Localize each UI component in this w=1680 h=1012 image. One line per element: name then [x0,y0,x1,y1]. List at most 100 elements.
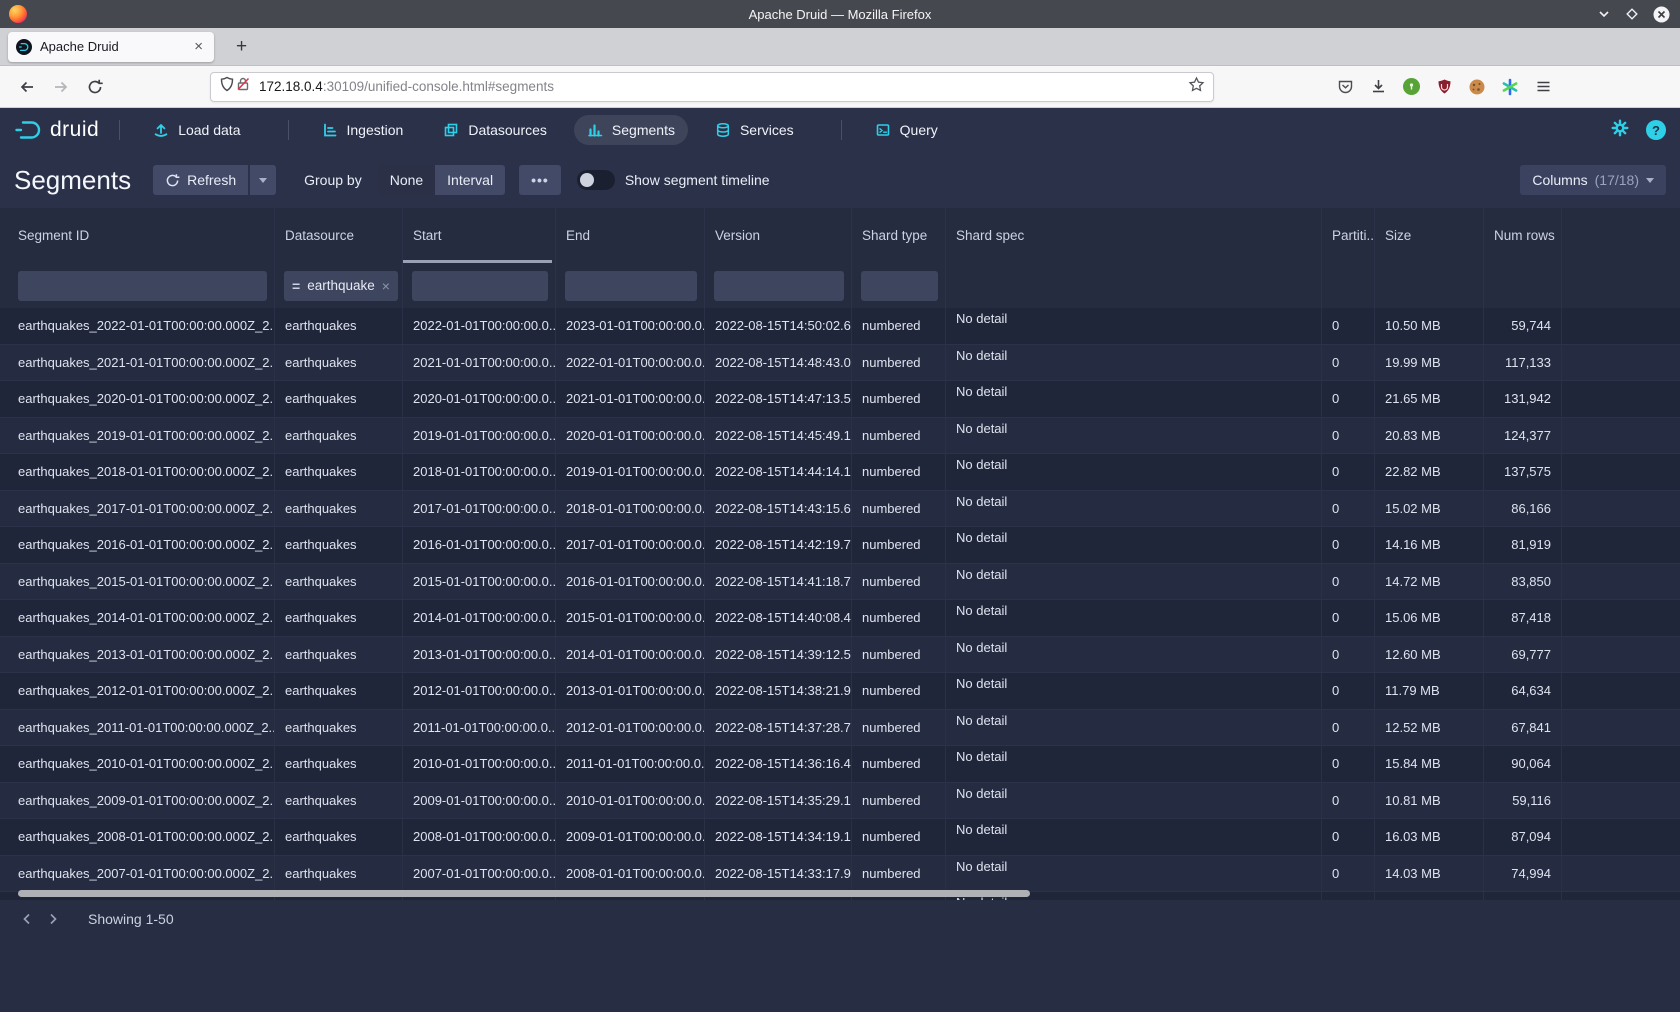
cell-start[interactable]: 2019-01-01T00:00:00.0... [403,418,556,454]
cell-partition[interactable]: 0 [1322,454,1375,490]
pocket-icon[interactable] [1330,72,1360,102]
group-by-none-button[interactable]: None [378,165,435,195]
prev-page-button[interactable] [14,904,40,934]
cell-shard-spec[interactable]: No detail [946,527,1322,563]
nav-item-query[interactable]: Query [862,115,951,145]
cell-shard-type[interactable]: numbered [852,673,946,709]
cell-start[interactable]: 2007-01-01T00:00:00.0... [403,856,556,892]
cell-datasource[interactable]: earthquakes [275,564,403,600]
cell-start[interactable]: 2017-01-01T00:00:00.0... [403,491,556,527]
table-row[interactable]: earthquakes_2022-01-01T00:00:00.000Z_2..… [0,308,1680,345]
cell-datasource[interactable]: earthquakes [275,600,403,636]
cell-shard-type[interactable]: numbered [852,856,946,892]
cell-datasource[interactable]: earthquakes [275,856,403,892]
cell-shard-spec[interactable]: No detail [946,491,1322,527]
cell-size[interactable]: 19.99 MB [1375,345,1484,381]
horizontal-scrollbar[interactable] [18,890,1030,897]
cell-size[interactable]: 10.81 MB [1375,783,1484,819]
cell-version[interactable]: 2022-08-15T14:47:13.5... [705,381,852,417]
table-row[interactable]: earthquakes_2014-01-01T00:00:00.000Z_2..… [0,600,1680,637]
cell-start[interactable]: 2015-01-01T00:00:00.0... [403,564,556,600]
nav-item-datasources[interactable]: Datasources [430,115,560,145]
header-num-rows[interactable]: Num rows [1484,208,1562,263]
cell-end[interactable]: 2013-01-01T00:00:00.0... [556,673,705,709]
window-maximize-button[interactable] [1625,7,1639,21]
settings-gear-icon[interactable] [1610,118,1630,143]
cell-num-rows[interactable]: 83,850 [1484,564,1562,600]
cell-size[interactable]: 12.52 MB [1375,710,1484,746]
cell-datasource[interactable]: earthquakes [275,418,403,454]
header-version[interactable]: Version [705,208,852,263]
cell-end[interactable]: 2012-01-01T00:00:00.0... [556,710,705,746]
cell-num-rows[interactable]: 90,064 [1484,746,1562,782]
cell-segment-id[interactable]: earthquakes_2020-01-01T00:00:00.000Z_2..… [0,381,275,417]
cell-segment-id[interactable]: earthquakes_2019-01-01T00:00:00.000Z_2..… [0,418,275,454]
cell-partition[interactable]: 0 [1322,381,1375,417]
table-row[interactable]: earthquakes_2009-01-01T00:00:00.000Z_2..… [0,783,1680,820]
cell-datasource[interactable]: earthquakes [275,819,403,855]
help-icon[interactable]: ? [1646,120,1666,140]
tracking-shield-icon[interactable] [219,76,235,97]
extension-cookie-icon[interactable] [1462,72,1492,102]
filter-datasource-chip[interactable]: = earthquake × [284,271,398,301]
cell-datasource[interactable]: earthquakes [275,710,403,746]
cell-shard-type[interactable]: numbered [852,637,946,673]
cell-size[interactable]: 15.06 MB [1375,600,1484,636]
filter-segment-id-input[interactable] [18,271,267,301]
extension-green-icon[interactable] [1396,72,1426,102]
cell-segment-id[interactable]: earthquakes_2011-01-01T00:00:00.000Z_2..… [0,710,275,746]
bookmark-star-icon[interactable] [1188,76,1205,98]
cell-end[interactable]: 2015-01-01T00:00:00.0... [556,600,705,636]
window-minimize-button[interactable] [1597,7,1611,21]
cell-segment-id[interactable]: earthquakes_2016-01-01T00:00:00.000Z_2..… [0,527,275,563]
table-row[interactable]: earthquakes_2010-01-01T00:00:00.000Z_2..… [0,746,1680,783]
table-row[interactable]: earthquakes_2021-01-01T00:00:00.000Z_2..… [0,345,1680,382]
cell-version[interactable]: 2022-08-15T14:42:19.7... [705,527,852,563]
cell-num-rows[interactable]: 86,166 [1484,491,1562,527]
cell-segment-id[interactable]: earthquakes_2010-01-01T00:00:00.000Z_2..… [0,746,275,782]
cell-version[interactable]: 2022-08-15T14:43:15.6... [705,491,852,527]
cell-size[interactable]: 14.03 MB [1375,856,1484,892]
window-close-button[interactable] [1653,6,1670,23]
cell-shard-type[interactable]: numbered [852,783,946,819]
cell-partition[interactable]: 0 [1322,783,1375,819]
table-row[interactable]: earthquakes_2019-01-01T00:00:00.000Z_2..… [0,418,1680,455]
cell-shard-type[interactable]: numbered [852,746,946,782]
cell-start[interactable]: 2009-01-01T00:00:00.0... [403,783,556,819]
cell-shard-type[interactable]: numbered [852,710,946,746]
cell-version[interactable]: 2022-08-15T14:37:28.7... [705,710,852,746]
cell-segment-id[interactable]: earthquakes_2017-01-01T00:00:00.000Z_2..… [0,491,275,527]
cell-version[interactable]: 2022-08-15T14:35:29.1... [705,783,852,819]
cell-shard-type[interactable]: numbered [852,491,946,527]
cell-datasource[interactable]: earthquakes [275,746,403,782]
cell-shard-spec[interactable]: No detail [946,454,1322,490]
cell-start[interactable]: 2014-01-01T00:00:00.0... [403,600,556,636]
cell-start[interactable]: 2020-01-01T00:00:00.0... [403,381,556,417]
cell-size[interactable]: 15.02 MB [1375,491,1484,527]
cell-version[interactable]: 2022-08-15T14:36:16.4... [705,746,852,782]
cell-start[interactable]: 2011-01-01T00:00:00.0... [403,710,556,746]
cell-shard-spec[interactable]: No detail [946,345,1322,381]
cell-datasource[interactable]: earthquakes [275,783,403,819]
cell-version[interactable]: 2022-08-15T14:48:43.0... [705,345,852,381]
cell-end[interactable]: 2016-01-01T00:00:00.0... [556,564,705,600]
next-page-button[interactable] [40,904,66,934]
cell-num-rows[interactable]: 87,094 [1484,819,1562,855]
filter-version-input[interactable] [714,271,844,301]
cell-size[interactable]: 10.50 MB [1375,308,1484,344]
new-tab-button[interactable]: + [228,34,255,60]
nav-item-services[interactable]: Services [702,115,807,145]
url-bar[interactable]: 172.18.0.4:30109/unified-console.html#se… [210,72,1214,102]
table-row[interactable]: earthquakes_2015-01-01T00:00:00.000Z_2..… [0,564,1680,601]
cell-partition[interactable]: 0 [1322,308,1375,344]
druid-logo[interactable]: druid [14,118,99,142]
menu-hamburger-icon[interactable] [1528,72,1558,102]
cell-shard-spec[interactable]: No detail [946,308,1322,344]
cell-shard-spec[interactable]: No detail [946,856,1322,892]
cell-end[interactable]: 2008-01-01T00:00:00.0... [556,856,705,892]
cell-shard-spec[interactable]: No detail [946,819,1322,855]
cell-start[interactable]: 2013-01-01T00:00:00.0... [403,637,556,673]
cell-version[interactable]: 2022-08-15T14:34:19.1... [705,819,852,855]
cell-size[interactable]: 15.84 MB [1375,746,1484,782]
filter-shard-type-input[interactable] [861,271,938,301]
